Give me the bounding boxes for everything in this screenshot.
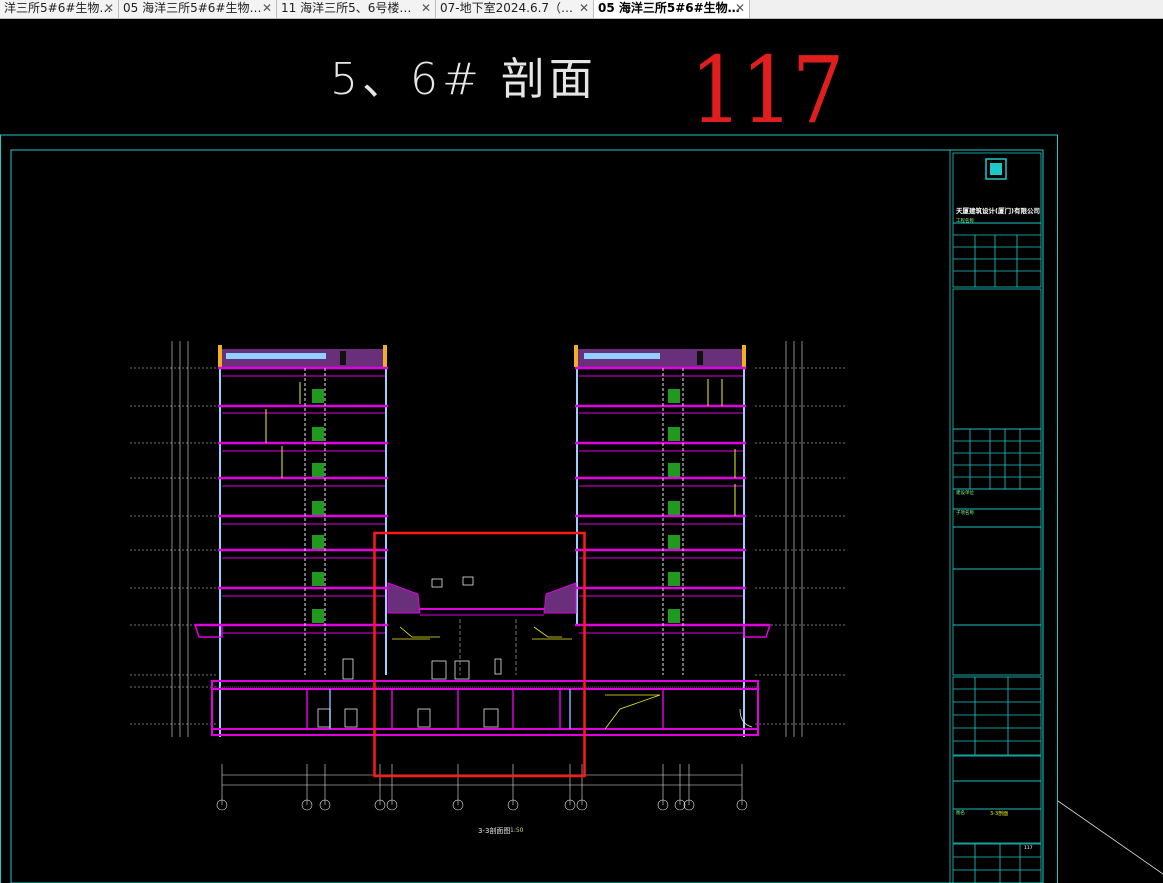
section-drawing — [0, 134, 1163, 883]
close-icon[interactable]: ✕ — [104, 0, 114, 17]
review-highlight-box — [373, 531, 586, 778]
sheet-outer-frame — [0, 134, 1058, 883]
sheet-inner-frame — [10, 149, 1044, 883]
close-icon[interactable]: ✕ — [735, 0, 745, 17]
title-block-sheet-number: 117 — [1024, 846, 1033, 851]
central-court — [387, 576, 577, 675]
left-dimension-chains — [130, 341, 216, 737]
document-tab-5-active[interactable]: 05 海洋三所5#6#生物… ✕ — [594, 0, 750, 18]
right-tower-section — [574, 345, 772, 675]
title-block-drawing-name: 3-3剖面 — [990, 811, 1009, 817]
document-tab-1[interactable]: 洋三所5#6#生物… ✕ — [0, 0, 119, 18]
grid-axis-bubbles — [216, 799, 748, 811]
document-tab-bar: 洋三所5#6#生物… ✕ 05 海洋三所5#6#生物… ✕ 11 海洋三所5、6… — [0, 0, 1163, 19]
section-caption: 3-3剖面图 — [478, 827, 511, 835]
title-block-label-project: 工程名称 — [956, 219, 974, 224]
basement-section — [211, 658, 759, 737]
close-icon[interactable]: ✕ — [579, 0, 589, 17]
tab-label: 洋三所5#6#生物… — [4, 1, 112, 15]
right-dimension-chains — [755, 341, 845, 737]
close-icon[interactable]: ✕ — [421, 0, 431, 17]
bottom-dimension-chain — [221, 764, 743, 805]
title-block — [949, 149, 1044, 883]
title-block-label-client: 建设单位 — [956, 491, 974, 496]
title-block-label-subitem: 子项名称 — [956, 511, 974, 516]
tab-bar-empty-space — [750, 0, 1163, 18]
document-tab-4[interactable]: 07-地下室2024.6.7（… ✕ — [436, 0, 594, 18]
tab-label: 05 海洋三所5#6#生物… — [598, 1, 740, 15]
section-scale: 1:50 — [510, 827, 524, 834]
document-tab-3[interactable]: 11 海洋三所5、6号楼… ✕ — [277, 0, 436, 18]
tab-label: 11 海洋三所5、6号楼… — [281, 1, 412, 15]
close-icon[interactable]: ✕ — [262, 0, 272, 17]
left-tower-section — [193, 345, 388, 675]
tab-label: 05 海洋三所5#6#生物… — [123, 1, 262, 15]
cad-drawing-canvas[interactable]: 5、6# 剖面 117 3-3剖面图 1:50 天厦建筑设计(厦门)有限公司 工… — [0, 19, 1163, 883]
title-block-label-drawing: 图名 — [956, 811, 965, 816]
title-block-company: 天厦建筑设计(厦门)有限公司 — [956, 207, 1040, 215]
tab-label: 07-地下室2024.6.7（… — [440, 1, 574, 15]
document-tab-2[interactable]: 05 海洋三所5#6#生物… ✕ — [119, 0, 277, 18]
leader-line — [1057, 800, 1163, 875]
